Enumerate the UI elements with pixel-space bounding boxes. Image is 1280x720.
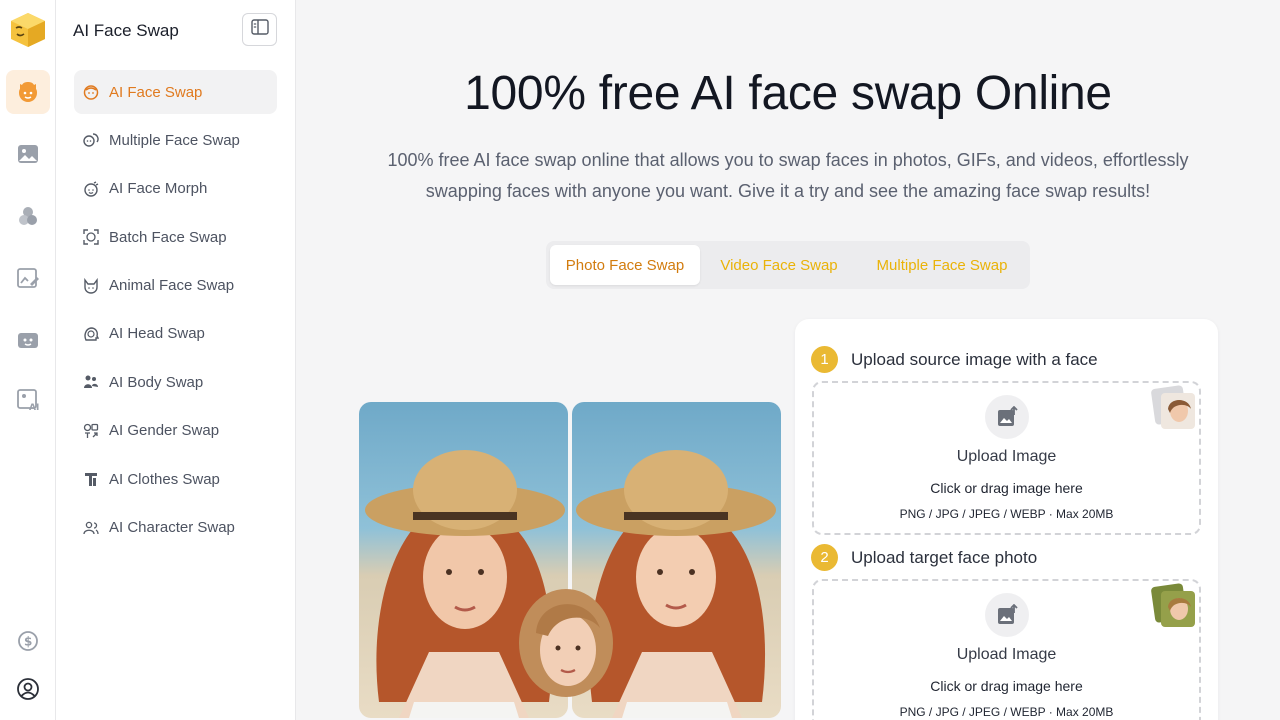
- circles-icon: [16, 204, 40, 228]
- step-target: 2 Upload target face photo: [811, 544, 1037, 571]
- sidebar-item-ai-face-morph[interactable]: AI Face Morph: [74, 167, 277, 211]
- sidebar-item-label: Multiple Face Swap: [109, 131, 240, 149]
- upload-image-icon: [985, 395, 1029, 439]
- rail-video-face-button[interactable]: [6, 318, 50, 362]
- dropzone-formats: PNG / JPG / JPEG / WEBP · Max 20MB: [899, 705, 1114, 719]
- sidebar-item-label: AI Clothes Swap: [109, 470, 220, 488]
- step-label: Upload target face photo: [851, 547, 1038, 567]
- sidebar-item-ai-gender-swap[interactable]: AI Gender Swap: [74, 409, 277, 453]
- step-number-badge: 1: [811, 346, 838, 373]
- source-image-dropzone[interactable]: Upload Image Click or drag image here PN…: [812, 381, 1201, 535]
- step-label: Upload source image with a face: [851, 349, 1098, 369]
- page-title: 100% free AI face swap Online: [464, 67, 1112, 120]
- sidebar-toggle-icon: [250, 19, 269, 40]
- face-swap-icon: [16, 80, 40, 104]
- clothes-icon: [82, 470, 100, 488]
- sidebar-item-animal-face-swap[interactable]: Animal Face Swap: [74, 264, 277, 308]
- face-icon: [82, 83, 100, 101]
- sidebar-item-ai-clothes-swap[interactable]: AI Clothes Swap: [74, 457, 277, 501]
- svg-text:$: $: [24, 635, 32, 649]
- target-sample-thumbnail[interactable]: [1151, 583, 1197, 629]
- icon-rail: AI $: [0, 0, 56, 720]
- sidebar: AI Face Swap AI Face Swap Multiple Face …: [56, 0, 296, 720]
- face-morph-icon: [82, 180, 100, 198]
- rail-ai-image-button[interactable]: AI: [6, 378, 50, 422]
- tab-video-face-swap[interactable]: Video Face Swap: [700, 245, 858, 285]
- batch-face-icon: [82, 228, 100, 246]
- collapse-sidebar-button[interactable]: [242, 13, 277, 46]
- step-source: 1 Upload source image with a face: [811, 346, 1098, 373]
- svg-text:AI: AI: [29, 403, 39, 412]
- sidebar-item-label: Animal Face Swap: [109, 277, 235, 295]
- ai-image-icon: AI: [16, 388, 40, 412]
- credits-icon: $: [16, 629, 40, 653]
- rail-face-swap-button[interactable]: [6, 70, 50, 114]
- dropzone-hint: Click or drag image here: [930, 480, 1083, 496]
- sidebar-title: AI Face Swap: [73, 21, 179, 40]
- upload-image-icon: [985, 593, 1029, 637]
- sidebar-nav: AI Face Swap Multiple Face Swap AI Face …: [74, 70, 277, 554]
- tab-multiple-face-swap[interactable]: Multiple Face Swap: [858, 245, 1026, 285]
- body-icon: [82, 373, 100, 391]
- dropzone-title: Upload Image: [956, 646, 1057, 663]
- edit-image-icon: [16, 266, 40, 290]
- user-account-icon: [16, 677, 40, 701]
- sidebar-item-label: AI Face Morph: [109, 180, 208, 198]
- demo-face-inset: [518, 588, 614, 698]
- sidebar-item-label: AI Body Swap: [109, 373, 204, 391]
- step-number-badge: 2: [811, 544, 838, 571]
- rail-image-button[interactable]: [6, 132, 50, 176]
- main-content: 100% free AI face swap Online 100% free …: [296, 0, 1280, 720]
- demo-before-after: [359, 402, 781, 718]
- multiple-face-icon: [82, 131, 100, 149]
- sidebar-item-label: Batch Face Swap: [109, 228, 227, 246]
- source-sample-thumbnail[interactable]: [1151, 385, 1197, 431]
- dropzone-title: Upload Image: [956, 448, 1057, 465]
- tab-photo-face-swap[interactable]: Photo Face Swap: [550, 245, 700, 285]
- rail-credits-button[interactable]: $: [6, 619, 50, 663]
- sidebar-item-multiple-face-swap[interactable]: Multiple Face Swap: [74, 118, 277, 162]
- sidebar-item-ai-character-swap[interactable]: AI Character Swap: [74, 506, 277, 550]
- rail-circles-button[interactable]: [6, 194, 50, 238]
- sidebar-item-label: AI Head Swap: [109, 325, 205, 343]
- rail-edit-image-button[interactable]: [6, 256, 50, 300]
- page-description: 100% free AI face swap online that allow…: [387, 150, 1189, 201]
- gender-icon: [82, 422, 100, 440]
- sidebar-item-label: AI Character Swap: [109, 519, 235, 537]
- image-icon: [16, 142, 40, 166]
- sidebar-item-ai-body-swap[interactable]: AI Body Swap: [74, 360, 277, 404]
- rail-account-button[interactable]: [6, 667, 50, 711]
- video-face-icon: [16, 328, 40, 352]
- character-icon: [82, 519, 100, 537]
- mode-tabs: Photo Face Swap Video Face Swap Multiple…: [546, 241, 1030, 289]
- sidebar-item-ai-head-swap[interactable]: AI Head Swap: [74, 312, 277, 356]
- upload-panel: 1 Upload source image with a face Upload…: [795, 319, 1218, 720]
- sidebar-item-ai-face-swap[interactable]: AI Face Swap: [74, 70, 277, 114]
- head-icon: [82, 325, 100, 343]
- app-logo-icon[interactable]: [10, 12, 46, 48]
- animal-face-icon: [82, 277, 100, 295]
- dropzone-hint: Click or drag image here: [930, 678, 1083, 694]
- target-image-dropzone[interactable]: Upload Image Click or drag image here PN…: [812, 579, 1201, 720]
- sidebar-item-label: AI Face Swap: [109, 83, 203, 101]
- sidebar-item-batch-face-swap[interactable]: Batch Face Swap: [74, 215, 277, 259]
- dropzone-formats: PNG / JPG / JPEG / WEBP · Max 20MB: [899, 507, 1114, 521]
- sidebar-item-label: AI Gender Swap: [109, 422, 220, 440]
